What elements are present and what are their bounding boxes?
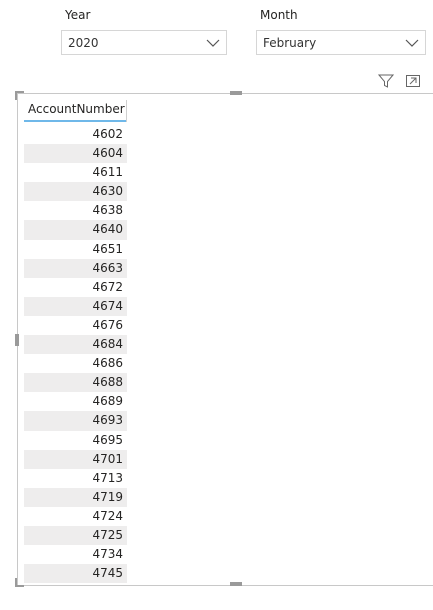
year-slicer-label: Year [65, 8, 91, 22]
table-row[interactable]: 4672 [24, 278, 127, 297]
table-row[interactable]: 4724 [24, 507, 127, 526]
month-dropdown-value: February [263, 36, 317, 50]
table-row[interactable]: 4695 [24, 431, 127, 450]
table-row[interactable]: 4713 [24, 469, 127, 488]
resize-handle-top-left[interactable] [15, 91, 24, 100]
table-row[interactable]: 4676 [24, 316, 127, 335]
table-row[interactable]: 4611 [24, 163, 127, 182]
table-row[interactable]: 4604 [24, 144, 127, 164]
table-row[interactable]: 4684 [24, 335, 127, 355]
resize-handle-bottom-left[interactable] [15, 578, 24, 587]
resize-handle-left[interactable] [15, 334, 19, 346]
table-row[interactable]: 4693 [24, 411, 127, 431]
table-visual[interactable]: AccountNumber 4602 4604 4611 4630 4638 4640 46… [15, 91, 433, 587]
table-row[interactable]: 4701 [24, 449, 127, 469]
table-row[interactable]: 4725 [24, 525, 127, 546]
focus-mode-icon[interactable] [405, 73, 421, 89]
chevron-down-icon [405, 39, 419, 47]
table-row[interactable]: 4640 [24, 220, 127, 240]
table-row[interactable]: 4630 [24, 182, 127, 202]
month-slicer-label: Month [260, 8, 298, 22]
filter-icon[interactable] [378, 73, 394, 89]
table-body: 4602 4604 4611 4630 4638 4640 4651 4663 4672 4674… [24, 125, 127, 584]
table-row[interactable]: 4745 [24, 564, 127, 584]
table-row[interactable]: 4602 [24, 125, 127, 144]
table-row[interactable]: 4734 [24, 545, 127, 564]
year-dropdown-value: 2020 [68, 36, 99, 50]
table-row[interactable]: 4638 [24, 201, 127, 220]
table-row[interactable]: 4651 [24, 240, 127, 259]
month-dropdown[interactable]: February [256, 30, 426, 55]
report-canvas: Year 2020 Month February AccountNumber 4… [0, 0, 433, 610]
table-row[interactable]: 4686 [24, 354, 127, 373]
column-header-accountnumber[interactable]: AccountNumber [24, 96, 127, 122]
resize-handle-top[interactable] [230, 91, 242, 95]
resize-handle-bottom[interactable] [230, 582, 242, 586]
column-resize-divider[interactable] [126, 100, 127, 122]
account-table: AccountNumber 4602 4604 4611 4630 4638 4640 46… [24, 96, 127, 584]
year-dropdown[interactable]: 2020 [61, 30, 227, 55]
table-row[interactable]: 4674 [24, 296, 127, 316]
table-row[interactable]: 4688 [24, 373, 127, 393]
table-row[interactable]: 4689 [24, 392, 127, 411]
table-row[interactable]: 4663 [24, 258, 127, 278]
chevron-down-icon [206, 39, 220, 47]
table-row[interactable]: 4719 [24, 487, 127, 507]
